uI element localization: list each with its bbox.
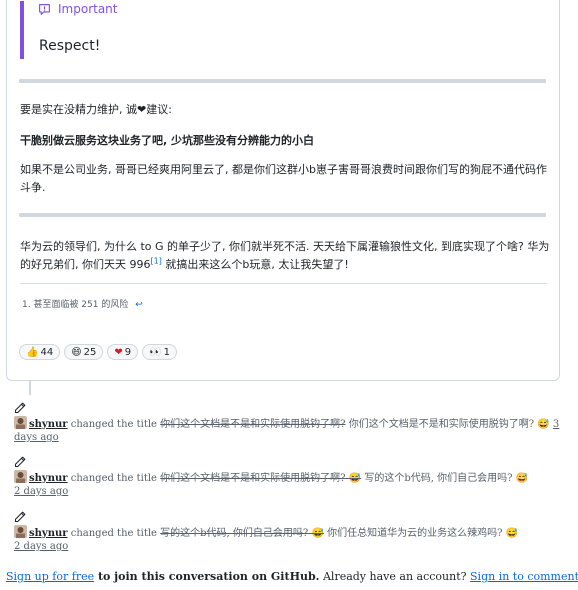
sign-up-link[interactable]: Sign up for free: [6, 570, 94, 583]
paragraph: 要是实在没精力维护, 诚❤建议:: [20, 101, 550, 119]
heart-icon: ❤: [137, 103, 147, 116]
event-action: changed the title: [70, 473, 157, 484]
rename-event: shynur changed the title 你们这个文档是不是和实际使用脱…: [14, 456, 566, 498]
laugh-icon: 😄: [71, 346, 82, 358]
old-title: 写的这个b代码, 你们自己会用吗? 😅: [160, 528, 324, 539]
pencil-icon: [14, 511, 26, 523]
horizontal-rule: [19, 213, 546, 217]
pencil-icon: [14, 402, 26, 414]
new-title: 你们任总知道华为云的业务这么辣鸡吗? 😅: [327, 528, 519, 539]
alert-body: Respect!: [39, 38, 101, 54]
author-link[interactable]: shynur: [29, 473, 68, 484]
reaction-count: 1: [163, 346, 170, 358]
footnote: 1. 甚至面临被 251 的风险 ↩: [22, 297, 143, 310]
reaction-count: 44: [40, 346, 54, 358]
event-action: changed the title: [70, 528, 157, 539]
footnote-ref-link[interactable]: [1]: [151, 256, 162, 265]
new-title: 你们这个文档是不是和实际使用脱钩了啊? 😅: [348, 419, 550, 430]
new-title: 写的这个b代码, 你们自己会用吗? 😅: [364, 473, 529, 484]
old-title: 你们这个文档是不是和实际使用脱钩了啊? 😅: [160, 473, 362, 484]
reaction-heart[interactable]: ❤ 9: [107, 344, 139, 360]
thumbs-up-icon: 👍: [26, 346, 39, 358]
eyes-icon: 👀: [149, 346, 162, 358]
event-date-link[interactable]: 2 days ago: [14, 486, 68, 497]
reactions-bar: 👍 44 😄 25 ❤ 9 👀 1: [19, 344, 177, 360]
rename-event: shynur changed the title 写的这个b代码, 你们自己会用…: [14, 511, 566, 553]
reaction-count: 9: [124, 346, 132, 358]
paragraph: 华为云的领导们, 为什么 to G 的单子少了, 你们就半死不活. 天天给下属灌…: [20, 238, 550, 274]
signin-question: Already have an account?: [319, 570, 471, 583]
pencil-icon: [14, 456, 26, 468]
signup-prompt: Sign up for free to join this conversati…: [6, 570, 578, 583]
sign-in-link[interactable]: Sign in to comment: [470, 570, 578, 583]
event-date-link[interactable]: 2 days ago: [14, 541, 68, 552]
reaction-count: 25: [83, 346, 97, 358]
alert-title: Important: [38, 2, 118, 16]
old-title: 你们这个文档是不是和实际使用脱钩了啊?: [160, 419, 346, 430]
reaction-thumbs-up[interactable]: 👍 44: [19, 344, 61, 360]
footnote-text: 1. 甚至面临被 251 的风险: [22, 300, 129, 310]
footnotes-divider: [20, 283, 547, 284]
author-link[interactable]: shynur: [29, 528, 68, 539]
avatar[interactable]: [14, 525, 27, 538]
paragraph-text: 建议:: [146, 103, 172, 116]
reaction-eyes[interactable]: 👀 1: [142, 344, 177, 360]
rename-event: shynur changed the title 你们这个文档是不是和实际使用脱…: [14, 402, 566, 444]
paragraph-text: 要是实在没精力维护, 诚: [20, 103, 137, 116]
avatar[interactable]: [14, 416, 27, 429]
heart-icon: ❤: [114, 346, 123, 358]
bold-paragraph: 干脆别做云服务这块业务了吧, 少坑那些没有分辨能力的小白: [20, 134, 315, 147]
avatar[interactable]: [14, 470, 27, 483]
report-icon: [39, 3, 50, 15]
alert-title-text: Important: [58, 2, 118, 16]
paragraph-text: 就搞出来这么个b玩意, 太让我失望了!: [161, 258, 349, 271]
issue-comment-card: Important Respect! 要是实在没精力维护, 诚❤建议: 干脆别做…: [6, 0, 560, 381]
footnote-backref-link[interactable]: ↩: [135, 300, 143, 310]
event-action: changed the title: [70, 419, 157, 430]
timeline-connector: [29, 381, 31, 395]
horizontal-rule: [19, 79, 546, 83]
important-alert: Important Respect!: [20, 1, 200, 59]
signup-prompt-text: to join this conversation on GitHub.: [94, 570, 320, 583]
reaction-laugh[interactable]: 😄 25: [64, 344, 104, 360]
paragraph: 如果不是公司业务, 哥哥已经爽用阿里云了, 都是你们这群小b崽子害哥哥浪费时间跟…: [20, 163, 547, 194]
author-link[interactable]: shynur: [29, 419, 68, 430]
